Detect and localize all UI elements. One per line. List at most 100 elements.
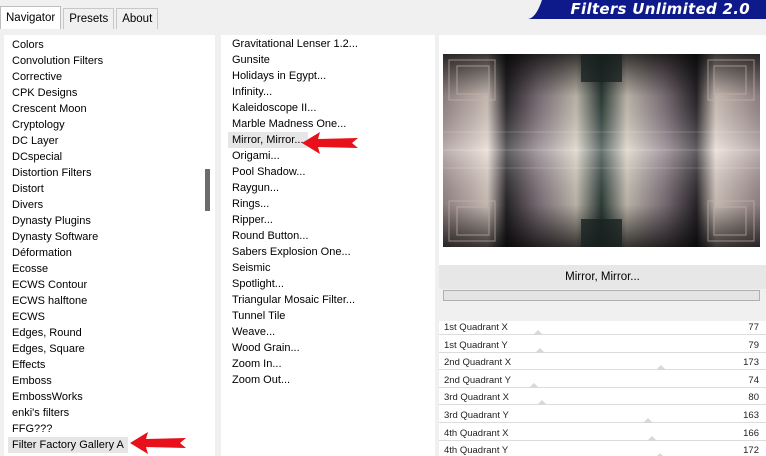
category-item[interactable]: Cryptology [8, 117, 69, 133]
filter-item[interactable]: Round Button... [228, 228, 312, 244]
parameter-panel: 1st Quadrant X 77 1st Quadrant Y 79 2nd Quad… [439, 321, 766, 456]
filter-item[interactable]: Mirror, Mirror... [228, 132, 308, 148]
slider-track[interactable] [439, 369, 766, 371]
parameter-label: 2nd Quadrant X [444, 357, 512, 369]
filter-item[interactable]: Kaleidoscope II... [228, 100, 320, 116]
category-item[interactable]: Crescent Moon [8, 101, 91, 117]
slider-thumb[interactable] [646, 435, 657, 441]
slider-thumb[interactable] [655, 365, 666, 371]
category-list[interactable]: Colors Convolution Filters Corrective CPK D… [4, 35, 215, 456]
parameter-slider[interactable]: 1st Quadrant Y 79 [439, 339, 766, 357]
category-item[interactable]: EmbossWorks [8, 389, 87, 405]
filter-item[interactable]: Pool Shadow... [228, 164, 309, 180]
filter-list[interactable]: Gravitational Lenser 1.2... Gunsite Holida… [221, 35, 435, 456]
filter-item[interactable]: Raygun... [228, 180, 283, 196]
slider-track[interactable] [439, 351, 766, 353]
category-item[interactable]: Emboss [8, 373, 56, 389]
filter-item[interactable]: Zoom In... [228, 356, 286, 372]
slider-thumb[interactable] [528, 382, 539, 388]
filter-item[interactable]: Weave... [228, 324, 279, 340]
slider-track[interactable] [439, 439, 766, 441]
category-scrollbar-thumb[interactable] [205, 169, 210, 211]
slider-thumb[interactable] [535, 347, 546, 353]
filter-item[interactable]: Tunnel Tile [228, 308, 289, 324]
filter-item[interactable]: Gunsite [228, 52, 274, 68]
filter-item[interactable]: Wood Grain... [228, 340, 304, 356]
filter-item[interactable]: Seismic [228, 260, 275, 276]
category-item[interactable]: DC Layer [8, 133, 62, 149]
category-item[interactable]: Divers [8, 197, 47, 213]
tab-navigator[interactable]: Navigator [0, 6, 62, 29]
slider-thumb[interactable] [643, 418, 654, 423]
parameter-slider[interactable]: 4th Quadrant X 166 [439, 427, 766, 445]
category-item[interactable]: DCspecial [8, 149, 66, 165]
slider-track[interactable] [439, 422, 766, 423]
parameter-slider[interactable]: 3rd Quadrant Y 163 [439, 409, 766, 427]
filter-item[interactable]: Origami... [228, 148, 284, 164]
category-item[interactable]: Convolution Filters [8, 53, 107, 69]
category-item[interactable]: Ecosse [8, 261, 52, 277]
red-arrow-icon [130, 432, 186, 454]
parameter-slider[interactable]: 2nd Quadrant Y 74 [439, 374, 766, 392]
tab-bar: Navigator Presets About [0, 6, 160, 30]
parameter-value: 80 [748, 392, 759, 404]
filter-item[interactable]: Spotlight... [228, 276, 288, 292]
category-item[interactable]: Colors [8, 37, 48, 53]
filter-item[interactable]: Rings... [228, 196, 273, 212]
parameter-value: 74 [748, 374, 759, 386]
parameter-slider[interactable]: 1st Quadrant X 77 [439, 321, 766, 339]
slider-thumb[interactable] [536, 400, 547, 406]
preview-artwork [443, 54, 760, 247]
category-item[interactable]: Corrective [8, 69, 66, 85]
filter-item[interactable]: Gravitational Lenser 1.2... [228, 36, 362, 52]
category-item[interactable]: FFG??? [8, 421, 56, 437]
filter-item[interactable]: Marble Madness One... [228, 116, 350, 132]
filter-name-label: Mirror, Mirror... [439, 265, 766, 289]
category-item[interactable]: Effects [8, 357, 49, 373]
category-item[interactable]: Dynasty Plugins [8, 213, 95, 229]
tab-about[interactable]: About [116, 8, 159, 29]
red-arrow-icon [302, 132, 358, 154]
slider-track[interactable] [439, 404, 766, 406]
parameter-slider[interactable]: 3rd Quadrant X 80 [439, 391, 766, 409]
category-item[interactable]: Distort [8, 181, 48, 197]
category-item[interactable]: Edges, Round [8, 325, 86, 341]
filter-item[interactable]: Triangular Mosaic Filter... [228, 292, 359, 308]
parameter-label: 3rd Quadrant Y [444, 410, 509, 421]
filter-item[interactable]: Holidays in Egypt... [228, 68, 330, 84]
category-item[interactable]: enki's filters [8, 405, 73, 421]
category-item[interactable]: Déformation [8, 245, 76, 261]
category-item[interactable]: Filter Factory Gallery A [8, 437, 128, 453]
category-item[interactable]: Edges, Square [8, 341, 89, 357]
parameter-value: 163 [743, 410, 759, 421]
tab-presets[interactable]: Presets [63, 8, 115, 29]
parameter-label: 4th Quadrant Y [444, 445, 509, 456]
category-item[interactable]: Distortion Filters [8, 165, 95, 181]
category-item[interactable]: ECWS [8, 309, 49, 325]
category-item[interactable]: Dynasty Software [8, 229, 102, 245]
parameter-label: 4th Quadrant X [444, 427, 509, 439]
category-item[interactable]: ECWS halftone [8, 293, 91, 309]
parameter-label: 1st Quadrant Y [444, 339, 508, 351]
parameter-slider[interactable]: 2nd Quadrant X 173 [439, 356, 766, 374]
parameter-value: 79 [748, 339, 759, 351]
category-item[interactable]: ECWS Contour [8, 277, 91, 293]
app-banner: Filters Unlimited 2.0 [528, 0, 766, 19]
parameter-value: 77 [748, 322, 759, 333]
filter-item[interactable]: Zoom Out... [228, 372, 294, 388]
parameter-slider[interactable]: 4th Quadrant Y 172 [439, 444, 766, 456]
slider-thumb[interactable] [532, 330, 543, 335]
filter-item[interactable]: Infinity... [228, 84, 276, 100]
parameter-value: 172 [743, 445, 759, 456]
filter-item[interactable]: Ripper... [228, 212, 277, 228]
slider-track[interactable] [439, 334, 766, 335]
progress-bar [443, 290, 760, 301]
parameter-label: 2nd Quadrant Y [444, 374, 511, 386]
parameter-label: 1st Quadrant X [444, 322, 508, 333]
filter-item[interactable]: Sabers Explosion One... [228, 244, 355, 260]
category-item[interactable]: CPK Designs [8, 85, 81, 101]
parameter-value: 173 [743, 357, 759, 369]
parameter-value: 166 [743, 427, 759, 439]
preview-image [443, 54, 760, 247]
slider-track[interactable] [439, 386, 766, 388]
